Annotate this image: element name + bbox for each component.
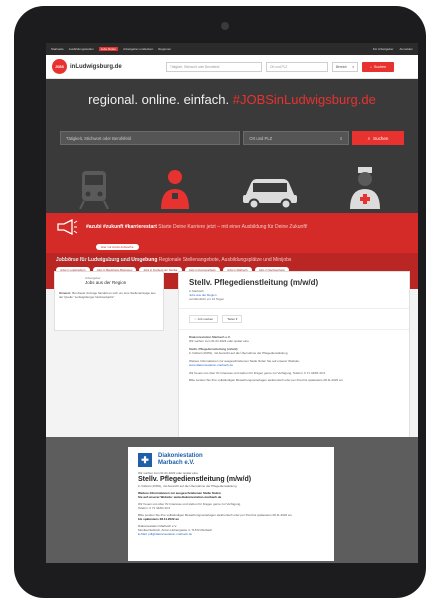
hero-section: regional. online. einfach. #JOBSinLudwig… <box>46 79 418 289</box>
hero-search-button-label: Suchen <box>373 135 389 141</box>
mechanic-icon <box>161 170 189 209</box>
topnav-link-regionen[interactable]: Regionen <box>158 47 171 51</box>
breadcrumb[interactable]: Startseite › Jobs › Stellenliste › Stell… <box>56 257 142 261</box>
share-button[interactable]: Teilen ▾ <box>222 314 243 323</box>
diakonie-logo-icon: ✚ <box>138 453 152 467</box>
desc-scope: in Vollzeit (100%), mit Aussicht auf die… <box>189 351 288 356</box>
azubi-banner: #azubi #zukunft #karrierestart Starte De… <box>46 213 418 253</box>
heart-icon: ♡ <box>194 316 197 321</box>
job-actions: ♡ Job merken Teilen ▾ <box>179 307 409 330</box>
job-description: Diakoniestation Marbach e.V. Wir suchen z… <box>179 330 409 391</box>
jobboard-subheading: Regionale Stellenangebote, Ausbildungspl… <box>158 257 292 263</box>
job-title: Stellv. Pflegedienstleitung (m/w/d) <box>189 278 319 287</box>
document-email[interactable]: E-Mail: pdl@diakoniestation-marbach.de <box>138 532 324 536</box>
desc-contact: Wir freuen uns über Ihr Interesse und st… <box>189 370 326 375</box>
desc-employer: Diakoniestation Marbach e.V. <box>189 334 231 339</box>
site-header: JOBS inLudwigsburg.de Tätigkeit, Stichwo… <box>46 55 418 79</box>
camera-icon <box>221 22 229 30</box>
document-org: Diakoniestation Marbach e.V. <box>158 453 203 466</box>
topnav-login-link[interactable]: Anmelden <box>399 47 413 51</box>
chevron-down-icon: ⇕ <box>339 135 343 141</box>
megaphone-icon <box>57 219 78 235</box>
employer-name[interactable]: Jobs aus der Region <box>85 280 159 285</box>
header-radius-select[interactable]: Bereich ▾ <box>332 61 358 72</box>
job-ad-document: ✚ Diakoniestation Marbach e.V. Wir suche… <box>128 447 334 561</box>
desc-apply: Bitte senden Sie Ihre vollständigen Bewe… <box>189 378 344 383</box>
hero-illustrations <box>46 161 418 209</box>
header-search-button[interactable]: ⌕ Suchen <box>362 61 394 72</box>
desc-info: Weitere Informationen zur ausgeschrieben… <box>189 358 300 363</box>
desc-position: Stellv. Pflegedienstleitung (m/w/d) <box>189 346 238 351</box>
header-radius-label: Bereich <box>336 64 347 69</box>
search-icon: ⌕ <box>370 64 373 69</box>
document-title: Stellv. Pflegedienstleitung (m/w/d) <box>138 476 252 484</box>
save-job-label: Job merken <box>197 316 214 321</box>
source-note-text: Bei dieser Anzeige handelt es sich um ei… <box>59 291 156 299</box>
topnav-link-ausbildung[interactable]: Ausbildungsstellen <box>69 47 94 51</box>
job-published: veröffentlicht vor 16 Tagen <box>189 297 225 302</box>
chevron-down-icon: ▾ <box>235 316 238 321</box>
search-icon: ⌕ <box>367 135 371 141</box>
hero-title-plain: regional. online. einfach. <box>88 92 230 107</box>
hero-location-input[interactable]: Ort und PLZ ⇕ <box>243 131 349 145</box>
hero-search-bar: Tätigkeit, Stichwort oder Berufsfeld Ort… <box>60 131 404 145</box>
hero-title: regional. online. einfach. #JOBSinLudwig… <box>46 92 418 107</box>
employer-card: Arbeitgeber Jobs aus der Region Hinweis:… <box>54 271 164 331</box>
nurse-icon <box>350 167 380 209</box>
source-note: Hinweis: Bei dieser Anzeige handelt es s… <box>59 291 159 300</box>
logo-badge: JOBS <box>52 59 67 74</box>
hero-search-input[interactable]: Tätigkeit, Stichwort oder Berufsfeld <box>60 131 241 145</box>
azubi-search-button[interactable]: Hier zur Azubi-Jobsuche <box>96 244 139 250</box>
banner-hashtags: #azubi #zukunft #karrierestart <box>86 223 157 230</box>
topnav-employer-link[interactable]: Für Arbeitgeber <box>373 47 394 51</box>
share-label: Teilen <box>227 316 236 321</box>
top-navigation: Startseite Ausbildungsstellen Jobs finde… <box>46 43 418 55</box>
ad-document-overlay: ✚ Diakoniestation Marbach e.V. Wir suche… <box>46 437 418 563</box>
header-search-button-label: Suchen <box>374 64 386 69</box>
site-logo[interactable]: JOBS inLudwigsburg.de <box>52 59 162 74</box>
save-job-button[interactable]: ♡ Job merken <box>189 314 219 323</box>
hero-search-button[interactable]: ⌕ Suchen <box>352 131 404 145</box>
document-org-line2: Marbach e.V. <box>158 460 195 466</box>
document-header: ✚ Diakoniestation Marbach e.V. <box>138 453 324 467</box>
header-search-input[interactable]: Tätigkeit, Stichwort oder Berufsfeld <box>166 61 262 72</box>
document-org-line1: Diakoniestation <box>158 453 203 460</box>
banner-text: #azubi #zukunft #karrierestart Starte De… <box>86 224 308 231</box>
job-meta: in Marbach Jobs aus der Region veröffent… <box>179 289 409 302</box>
topnav-link-arbeitgeber[interactable]: Arbeitgeber entdecken <box>123 47 153 51</box>
topnav-link-jobs[interactable]: Jobs finden <box>98 47 119 51</box>
logo-text: inLudwigsburg.de <box>70 63 122 70</box>
topnav-link-start[interactable]: Startseite <box>51 47 64 51</box>
tablet-frame: Startseite Ausbildungsstellen Jobs finde… <box>14 6 426 598</box>
desc-intro: Wir suchen zum 01.01.2023 oder später ei… <box>189 339 249 344</box>
chevron-down-icon: ▾ <box>352 64 354 69</box>
hero-title-accent: #JOBSinLudwigsburg.de <box>232 92 376 107</box>
job-detail-card: Stellv. Pflegedienstleitung (m/w/d) in M… <box>178 271 410 441</box>
screen: Startseite Ausbildungsstellen Jobs finde… <box>46 43 418 563</box>
desc-website-link[interactable]: www.diakoniestation-marbach.de <box>189 363 233 367</box>
hero-location-placeholder: Ort und PLZ <box>249 135 273 141</box>
banner-message: Starte Deine Karriere jetzt – mit einer … <box>158 223 308 230</box>
document-intro: Wir suchen zum 01.01.2023 oder später ei… <box>138 471 198 475</box>
train-icon <box>79 171 109 209</box>
car-icon <box>243 179 297 209</box>
header-location-input[interactable]: Ort und PLZ <box>266 61 328 72</box>
